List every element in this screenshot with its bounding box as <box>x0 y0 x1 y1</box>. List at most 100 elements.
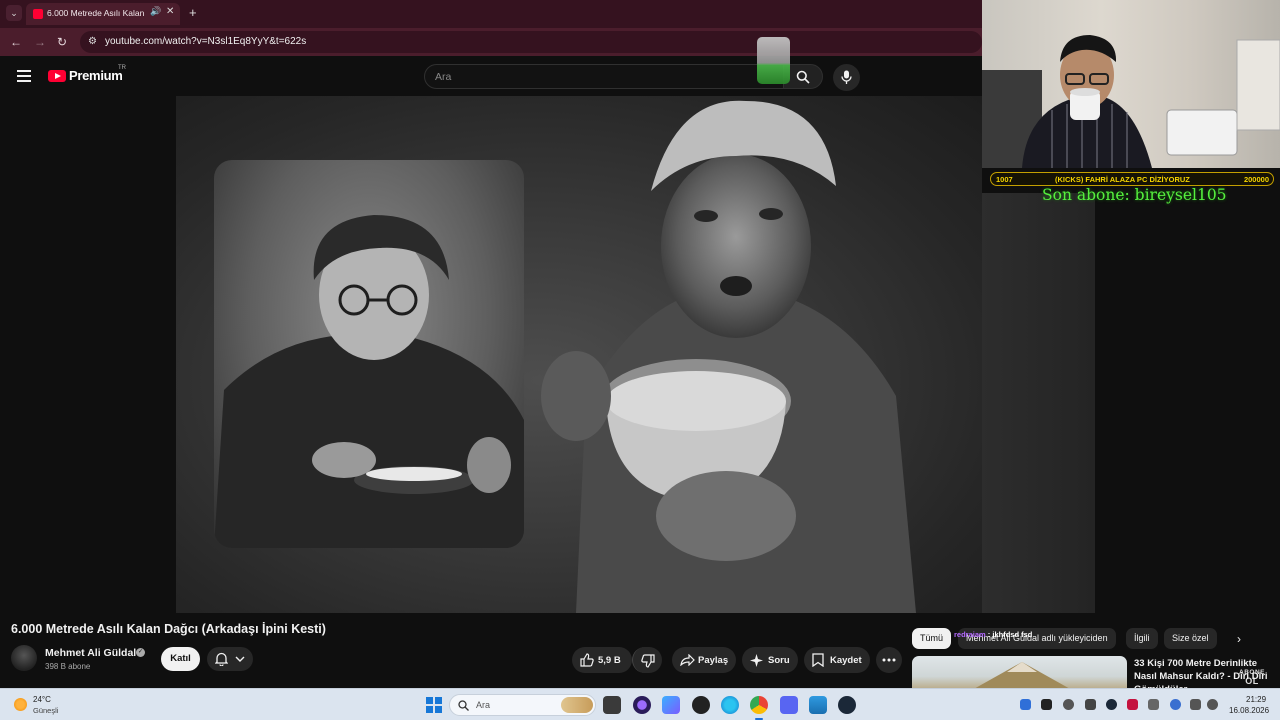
more-dots-icon <box>882 658 896 662</box>
chip-all[interactable]: Tümü <box>912 628 952 649</box>
weather-description[interactable]: Güneşli <box>33 706 58 715</box>
search-highlight-image <box>561 697 593 713</box>
clock-time[interactable]: 21:29 <box>1246 695 1266 704</box>
verified-check-icon: ✓ <box>136 648 145 657</box>
sparkle-icon <box>750 654 763 667</box>
tab-audio-icon[interactable]: 🔊 <box>150 6 161 17</box>
microphone-icon <box>841 70 852 84</box>
chip-related[interactable]: İlgili <box>1126 628 1158 649</box>
menu-icon[interactable] <box>17 70 31 82</box>
recommendation-thumbnail[interactable] <box>912 656 1127 690</box>
tray-app-icon[interactable] <box>1020 699 1031 710</box>
steam-icon[interactable] <box>838 696 856 714</box>
chat-username: redraiam <box>954 630 986 639</box>
video-title: 6.000 Metrede Asılı Kalan Dağcı (Arkadaş… <box>11 622 326 636</box>
youtube-logo-text[interactable]: Premium <box>69 68 123 83</box>
climber-eating-image <box>541 100 916 613</box>
app-circle-icon[interactable] <box>633 696 651 714</box>
edge-browser-icon[interactable] <box>721 696 739 714</box>
chrome-browser-icon[interactable] <box>750 696 768 720</box>
back-arrow-icon[interactable]: ← <box>10 35 22 49</box>
inset-photo <box>214 160 524 548</box>
address-bar-row: ← → ↻ ⚙ youtube.com/watch?v=N3sl1Eq8YyY&… <box>0 28 982 56</box>
windows-start-icon[interactable] <box>426 697 442 713</box>
tray-app-icon[interactable] <box>1041 699 1052 710</box>
streamer-webcam-image <box>982 35 1280 168</box>
task-view-icon[interactable] <box>603 696 621 714</box>
tab-close-icon[interactable]: ✕ <box>166 6 174 17</box>
channel-avatar[interactable] <box>11 645 37 671</box>
site-info-icon[interactable]: ⚙ <box>88 36 97 47</box>
goal-title: (KICKS) FAHRİ ALAZA PC DİZİYORUZ <box>1055 175 1190 184</box>
dislike-button[interactable] <box>632 647 662 673</box>
chat-message-overlay: redraiam : jkhfdsd fsd <box>954 630 1032 639</box>
tab-active[interactable]: 6.000 Metrede Asılı Kalan Dağcı 🔊 ✕ <box>26 3 180 25</box>
last-subscriber-text: Son abone: bireysel105 <box>1042 186 1227 204</box>
search-input[interactable]: Ara <box>424 64 784 89</box>
voice-search-button[interactable] <box>833 64 860 91</box>
tray-battery-icon[interactable] <box>1148 699 1159 710</box>
share-label: Paylaş <box>698 655 729 666</box>
app-dark-icon[interactable] <box>692 696 710 714</box>
bookmark-icon <box>812 653 824 667</box>
channel-name[interactable]: Mehmet Ali Güldal <box>45 647 136 659</box>
recommendation-title[interactable]: 33 Kişi 700 Metre Derinlikte Nasıl Mahsu… <box>1134 657 1272 690</box>
notification-bell-button[interactable] <box>207 647 253 671</box>
share-button[interactable]: Paylaş <box>672 647 736 673</box>
weather-temperature[interactable]: 24°C <box>33 695 51 704</box>
browser-tab-strip: ⌄ 6.000 Metrede Asılı Kalan Dağcı 🔊 ✕ + <box>0 0 982 28</box>
stream-jar-widget <box>757 37 790 84</box>
tray-app-icon[interactable] <box>1063 699 1074 710</box>
ask-button[interactable]: Soru <box>742 647 798 673</box>
webcam-overlay <box>982 0 1280 168</box>
save-button[interactable]: Kaydet <box>804 647 870 673</box>
discord-icon[interactable] <box>780 696 798 714</box>
tray-network-icon[interactable] <box>1190 699 1201 710</box>
search-icon <box>796 70 810 84</box>
taskbar-search-box[interactable]: Ara <box>449 694 596 716</box>
like-button[interactable]: 5,9 B <box>572 647 632 673</box>
tray-microphone-icon[interactable] <box>1170 699 1181 710</box>
tray-steam-icon[interactable] <box>1106 699 1117 710</box>
app-window-icon[interactable] <box>809 696 827 714</box>
video-player[interactable]: ABONE OL <box>0 96 1264 686</box>
video-background-extension <box>982 193 1095 613</box>
stream-goal-bar: 1007 (KICKS) FAHRİ ALAZA PC DİZİYORUZ 20… <box>990 172 1274 186</box>
tray-app-icon[interactable] <box>1085 699 1096 710</box>
chevron-right-icon[interactable]: › <box>1237 632 1241 646</box>
join-button[interactable]: Katıl <box>161 647 200 671</box>
goal-target-value: 200000 <box>1243 175 1269 184</box>
youtube-header: Premium TR Ara <box>0 56 982 96</box>
clock-date[interactable]: 16.08.2026 <box>1229 706 1269 715</box>
video-frame[interactable] <box>176 96 982 613</box>
url-text: youtube.com/watch?v=N3sl1Eq8YyY&t=622s <box>105 36 307 47</box>
thumbs-down-icon <box>641 654 655 668</box>
youtube-favicon-icon <box>33 9 43 19</box>
like-count: 5,9 B <box>598 655 621 666</box>
windows-taskbar: 24°C Güneşli Ara 21:29 16.08.2026 <box>0 688 1280 720</box>
sun-weather-icon[interactable] <box>14 698 27 711</box>
search-placeholder: Ara <box>435 71 452 83</box>
young-climber-image <box>214 215 524 548</box>
taskbar-search-label: Ara <box>476 700 491 710</box>
new-tab-icon[interactable]: + <box>189 5 197 21</box>
forward-arrow-icon[interactable]: → <box>34 35 46 49</box>
tray-app-icon[interactable] <box>1127 699 1138 710</box>
chat-message: : jkhfdsd fsd <box>987 630 1033 639</box>
ask-label: Soru <box>768 655 790 666</box>
subscriber-count: 398 B abone <box>45 662 91 671</box>
bell-icon <box>215 652 228 666</box>
url-input[interactable]: ⚙ youtube.com/watch?v=N3sl1Eq8YyY&t=622s <box>80 31 982 53</box>
save-label: Kaydet <box>830 655 862 666</box>
tab-search-chevron-icon[interactable]: ⌄ <box>6 5 22 21</box>
app-crystal-icon[interactable] <box>662 696 680 714</box>
thumbs-up-icon <box>580 653 594 667</box>
tab-title: 6.000 Metrede Asılı Kalan Dağcı <box>47 8 145 18</box>
tray-volume-icon[interactable] <box>1207 699 1218 710</box>
mountain-thumbnail-image <box>972 662 1072 690</box>
reload-icon[interactable]: ↻ <box>57 35 67 49</box>
youtube-logo-icon[interactable] <box>48 70 66 82</box>
more-actions-button[interactable] <box>876 647 902 673</box>
chip-for-you[interactable]: Size özel <box>1164 628 1217 649</box>
chevron-down-icon <box>235 656 245 662</box>
